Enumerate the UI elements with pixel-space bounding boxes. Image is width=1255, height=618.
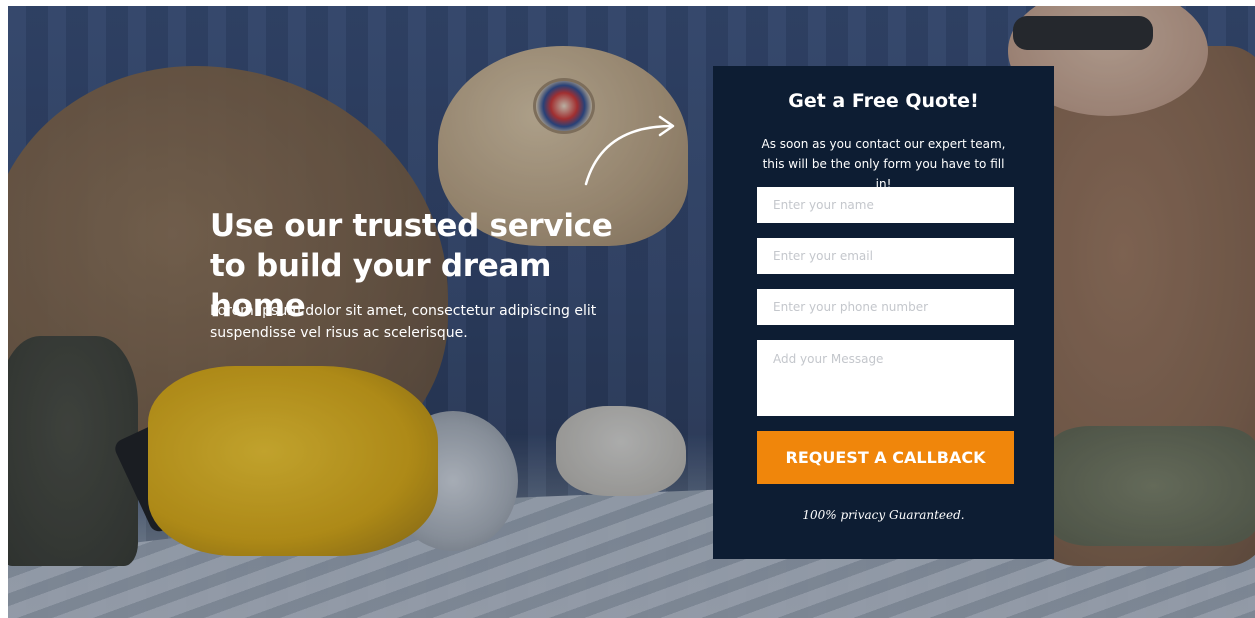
request-callback-button[interactable]: REQUEST A CALLBACK — [757, 431, 1014, 484]
hero-subtext: Lorem ipsum dolor sit amet, consectetur … — [210, 303, 597, 341]
message-textarea[interactable] — [757, 340, 1014, 416]
form-description: As soon as you contact our expert team, … — [761, 137, 1006, 191]
quote-form-panel: Get a Free Quote! As soon as you contact… — [713, 66, 1054, 559]
curved-arrow-icon — [584, 115, 675, 186]
email-input[interactable] — [757, 238, 1014, 274]
form-title: Get a Free Quote! — [788, 90, 979, 112]
privacy-note: 100% privacy Guaranteed. — [802, 508, 965, 522]
hero-overlay — [8, 6, 1255, 618]
hero-background — [8, 6, 1255, 618]
phone-input[interactable] — [757, 289, 1014, 325]
name-input[interactable] — [757, 187, 1014, 223]
